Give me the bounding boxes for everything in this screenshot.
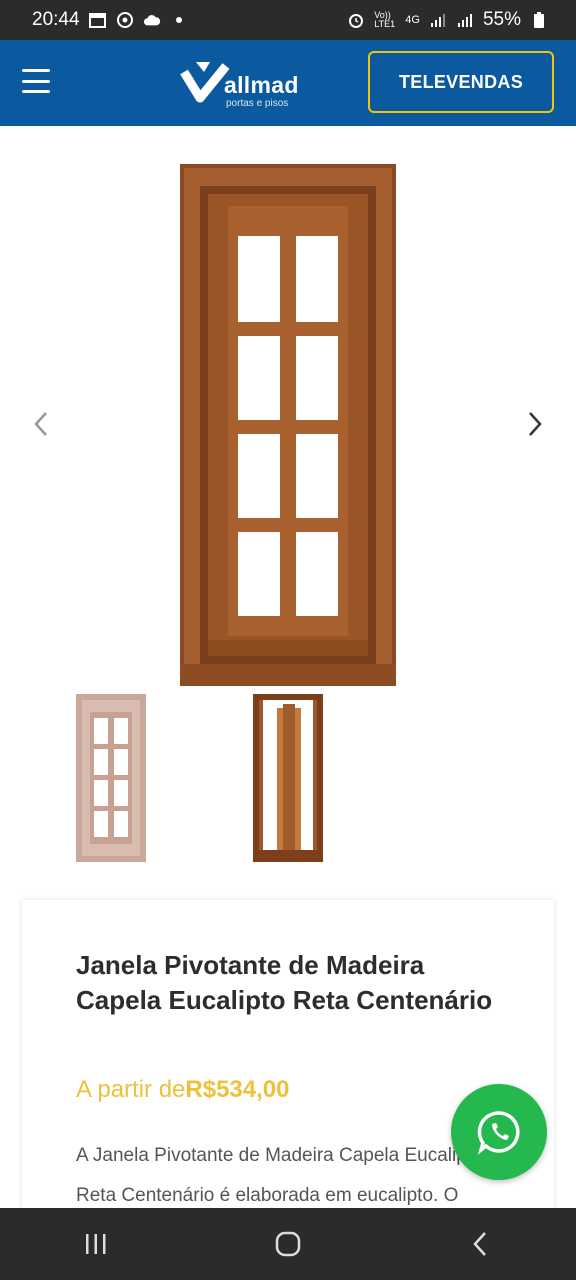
back-icon[interactable] — [450, 1219, 510, 1269]
home-icon[interactable] — [258, 1219, 318, 1269]
network-label: 4G — [405, 14, 420, 26]
brand-tagline: portas e pisos — [226, 98, 289, 109]
calendar-icon — [89, 12, 107, 28]
chevron-left-icon[interactable] — [26, 406, 56, 442]
main-product-image[interactable] — [180, 164, 396, 686]
battery-icon — [530, 12, 548, 28]
chrome-icon — [116, 12, 134, 28]
whatsapp-button[interactable] — [451, 1084, 547, 1180]
cloud-icon — [143, 12, 161, 28]
alarm-icon — [347, 12, 365, 28]
dot-icon — [170, 12, 188, 28]
product-gallery — [0, 126, 576, 896]
price-prefix: A partir de — [76, 1076, 186, 1103]
system-nav-bar — [0, 1208, 576, 1280]
battery-percent: 55% — [482, 9, 521, 30]
recent-apps-icon[interactable] — [66, 1219, 126, 1269]
status-left: 20:44 — [32, 9, 188, 31]
status-right: Vo)) LTE1 4G 55% — [347, 9, 548, 31]
televendas-button[interactable]: TELEVENDAS — [368, 51, 554, 113]
volte-label: Vo)) LTE1 — [374, 10, 396, 29]
chevron-right-icon[interactable] — [520, 406, 550, 442]
signal2-icon — [456, 12, 474, 28]
product-card: Janela Pivotante de Madeira Capela Eucal… — [22, 900, 554, 1230]
product-title: Janela Pivotante de Madeira Capela Eucal… — [76, 950, 493, 1015]
thumbnail-open-window[interactable] — [253, 694, 323, 862]
thumbnail-raw-window[interactable] — [76, 694, 146, 862]
status-time: 20:44 — [32, 9, 80, 30]
product-description: A Janela Pivotante de Madeira Capela Euc… — [76, 1145, 483, 1206]
whatsapp-icon — [477, 1111, 520, 1155]
signal-icon — [429, 12, 447, 28]
product-price: A partir deR$534,00 — [76, 1076, 290, 1104]
brand-name: allmad — [224, 72, 299, 98]
brand-logo[interactable]: allmad portas e pisos — [180, 56, 320, 112]
logo-mark-icon — [180, 62, 230, 103]
price-value: R$534,00 — [185, 1076, 290, 1103]
hamburger-icon[interactable] — [22, 69, 50, 93]
site-header: allmad portas e pisos TELEVENDAS — [0, 40, 576, 126]
status-bar: 20:44 Vo)) LTE1 4G 55% — [0, 0, 576, 40]
